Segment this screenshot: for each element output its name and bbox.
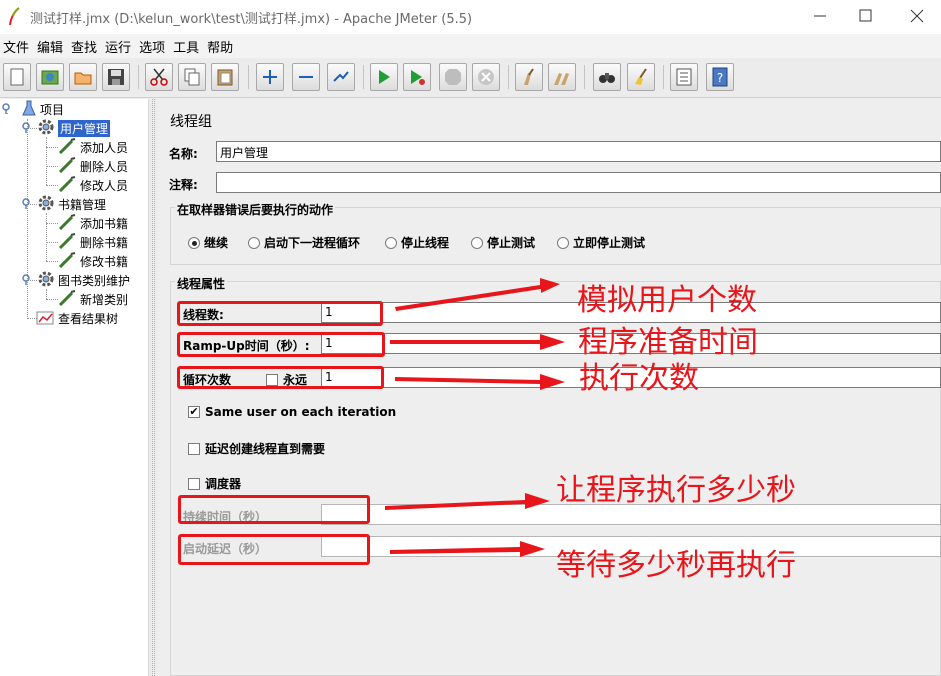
arrow-loops	[395, 374, 565, 390]
arrow-rampup	[390, 334, 565, 350]
annotation-rampup: 程序准备时间	[578, 325, 758, 360]
annotation-duration: 让程序执行多少秒	[556, 473, 796, 508]
arrow-delay	[390, 541, 545, 557]
annotation-delay: 等待多少秒再执行	[556, 548, 796, 583]
annotation-loops: 执行次数	[579, 361, 699, 396]
annotation-threads: 模拟用户个数	[577, 283, 757, 318]
annotation-arrows	[385, 278, 565, 557]
arrow-threads	[395, 278, 560, 311]
arrow-duration	[385, 493, 550, 510]
